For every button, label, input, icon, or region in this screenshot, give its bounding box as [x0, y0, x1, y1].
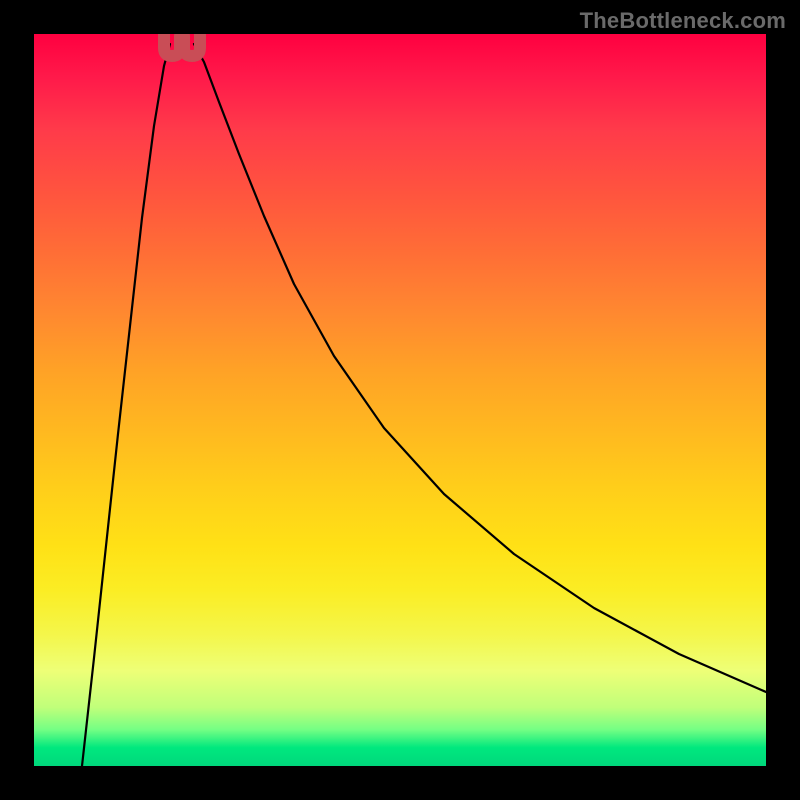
curve-group [82, 44, 766, 766]
valley-marker [164, 34, 200, 56]
curve-svg [34, 34, 766, 766]
watermark-text: TheBottleneck.com [580, 8, 786, 34]
plot-area [34, 34, 766, 766]
chart-frame: TheBottleneck.com [0, 0, 800, 800]
